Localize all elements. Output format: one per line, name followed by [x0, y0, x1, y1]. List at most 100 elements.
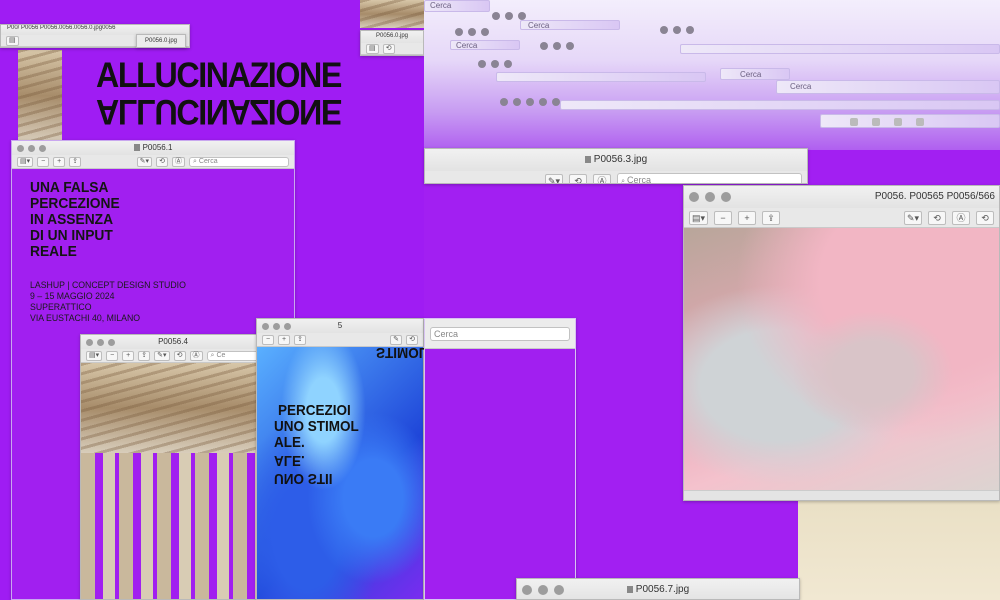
zoom-out-icon[interactable]: −: [37, 156, 50, 167]
glitch-dots: [478, 60, 512, 68]
window-strip-top-right: P0056.0.jpg ▤ ⟲: [360, 30, 424, 56]
window-title: 5: [337, 321, 343, 330]
search-input[interactable]: ⌕ Cerca: [617, 173, 802, 183]
overlay-text-mirrored: STIMOL: [376, 344, 428, 361]
sidebar-icon[interactable]: ▤▾: [86, 350, 103, 361]
window-title-wrap: P0056.1: [12, 143, 294, 152]
zoom-out-icon[interactable]: −: [106, 350, 119, 361]
rotate-icon[interactable]: ⟲: [173, 350, 186, 361]
glitch-bar: [496, 72, 706, 82]
glitch-dots: [492, 12, 526, 20]
lead-line: REALE: [30, 243, 77, 260]
window-title: P00/ P0056 P0056.0056.0056.0.jpg0056: [7, 25, 116, 31]
window-pink-hair: P0056. P00565 P0056/566 ▤▾ − + ⇪ ✎▾ ⟲ Ⓐ …: [683, 185, 1000, 501]
overlay-text-mirrored: ALE.: [274, 452, 305, 469]
zoom-in-icon[interactable]: +: [53, 156, 66, 167]
file-icon: [133, 144, 140, 151]
headline: ALLUCINAZIONE: [96, 56, 342, 95]
info-line: SUPERATTICO: [30, 302, 92, 313]
overlay-text: PERCEZIOI: [278, 402, 351, 419]
zoom-out-icon[interactable]: −: [714, 210, 733, 225]
glitch-dots: [540, 42, 574, 50]
marble-drip-image: [81, 453, 265, 599]
marble-image-top-right: [360, 0, 424, 28]
window-title: P0056. P00565 P0056/566: [874, 191, 995, 202]
glitch-bar-label: Cerca: [430, 1, 452, 10]
zoom-icons-row: [850, 118, 924, 126]
marble-image: [81, 363, 265, 453]
markup-icon[interactable]: ✎▾: [154, 350, 170, 361]
share-icon[interactable]: ⇪: [138, 350, 151, 361]
headline-mirrored: ALLUCINAZIONE: [96, 92, 342, 131]
lead-line: DI UN INPUT: [30, 227, 113, 244]
search-input[interactable]: ⌕ Cerca: [189, 156, 289, 167]
glitch-dots: [500, 98, 560, 106]
search-input[interactable]: ⌕ Ce: [206, 350, 260, 361]
window-title: P0056.7.jpg: [635, 584, 690, 595]
annotate-icon[interactable]: Ⓐ: [952, 210, 970, 225]
file-icon: [584, 156, 591, 163]
glitch-bar-label: Cerca: [456, 41, 478, 50]
share-icon[interactable]: ⇪: [294, 334, 306, 345]
glitch-bar-label: Cerca: [740, 70, 762, 79]
glitch-bar-label: Cerca: [528, 21, 550, 30]
sidebar-icon[interactable]: ▤: [6, 35, 19, 46]
overlay-text: ALE.: [274, 434, 305, 451]
lead-line: UNA FALSA: [30, 179, 109, 196]
window-p0056-7: P0056.7.jpg: [516, 578, 800, 600]
share-icon[interactable]: ⇪: [69, 156, 82, 167]
zoom-in-icon[interactable]: +: [122, 350, 135, 361]
rotate-icon[interactable]: ⟲: [569, 173, 588, 183]
window-p0056-3: P0056.3.jpg ✎▾ ⟲ Ⓐ ⌕ Cerca: [424, 148, 808, 184]
window-title: P0056.4: [158, 337, 188, 346]
markup-icon[interactable]: ✎▾: [545, 173, 564, 183]
annotate-icon[interactable]: Ⓐ: [172, 156, 185, 167]
rotate-icon[interactable]: ⟲: [156, 156, 168, 167]
annotate-icon[interactable]: Ⓐ: [189, 350, 203, 361]
share-icon[interactable]: ⇪: [762, 210, 781, 225]
window-title-wrap: P0056.7.jpg: [517, 584, 799, 595]
search-placeholder: Cerca: [434, 328, 459, 339]
lead-line: IN ASSENZA: [30, 211, 114, 228]
sidebar-icon[interactable]: ▤: [366, 43, 379, 54]
search-icon: ⌕: [193, 157, 197, 165]
sidebar-icon[interactable]: ▤▾: [17, 156, 34, 167]
rotate-icon[interactable]: ⟲: [382, 43, 395, 54]
sidebar-icon[interactable]: ▤▾: [689, 210, 709, 225]
file-icon: [626, 586, 633, 593]
event-info: LASHUP | CONCEPT DESIGN STUDIO 9 – 15 MA…: [30, 280, 186, 324]
zoom-in-icon[interactable]: +: [278, 334, 290, 345]
pink-hair-image: [684, 228, 999, 490]
search-input[interactable]: Cerca: [430, 326, 570, 341]
markup-icon[interactable]: ✎▾: [136, 156, 152, 167]
window-cerca: Cerca: [424, 318, 576, 600]
window-title: P0056.1: [142, 143, 173, 152]
window-title: P0056.3.jpg: [593, 154, 648, 165]
rotate-icon[interactable]: ⟲: [406, 334, 418, 345]
annotate-icon[interactable]: Ⓐ: [593, 173, 612, 183]
horizontal-scrollbar[interactable]: [684, 490, 999, 500]
markup-icon[interactable]: ✎▾: [903, 210, 922, 225]
rotate-icon[interactable]: ⟲: [976, 210, 994, 225]
lead-line: PERCEZIONE: [30, 195, 120, 212]
rotate-icon[interactable]: ⟲: [928, 210, 946, 225]
markup-icon[interactable]: ✎: [390, 334, 402, 345]
window-p0056-4: P0056.4 ▤▾ − + ⇪ ✎▾ ⟲ Ⓐ ⌕ Ce: [80, 334, 266, 600]
marble-image-top-left: [18, 50, 62, 142]
zoom-in-icon[interactable]: +: [738, 210, 757, 225]
glitch-bar: [560, 100, 1000, 110]
search-placeholder: Cerca: [198, 157, 218, 165]
beige-image: [798, 490, 1000, 600]
overlay-text-mirrored: UNO STII: [274, 470, 333, 487]
window-title: P0056.0.jpg: [144, 38, 178, 44]
info-line: LASHUP | CONCEPT DESIGN STUDIO: [30, 280, 186, 291]
info-line: VIA EUSTACHI 40, MILANO: [30, 313, 141, 324]
search-icon: ⌕: [210, 351, 215, 359]
glitch-bar: [680, 44, 1000, 54]
window-title-wrap: P0056.3.jpg: [425, 154, 807, 165]
lead-text: UNA FALSA PERCEZIONE IN ASSENZA DI UN IN…: [30, 180, 120, 260]
overlay-text: UNO STIMOL: [274, 418, 359, 435]
glitch-dots: [455, 28, 489, 36]
zoom-out-icon[interactable]: −: [262, 334, 274, 345]
window-title: P0056.0.jpg: [375, 33, 409, 39]
